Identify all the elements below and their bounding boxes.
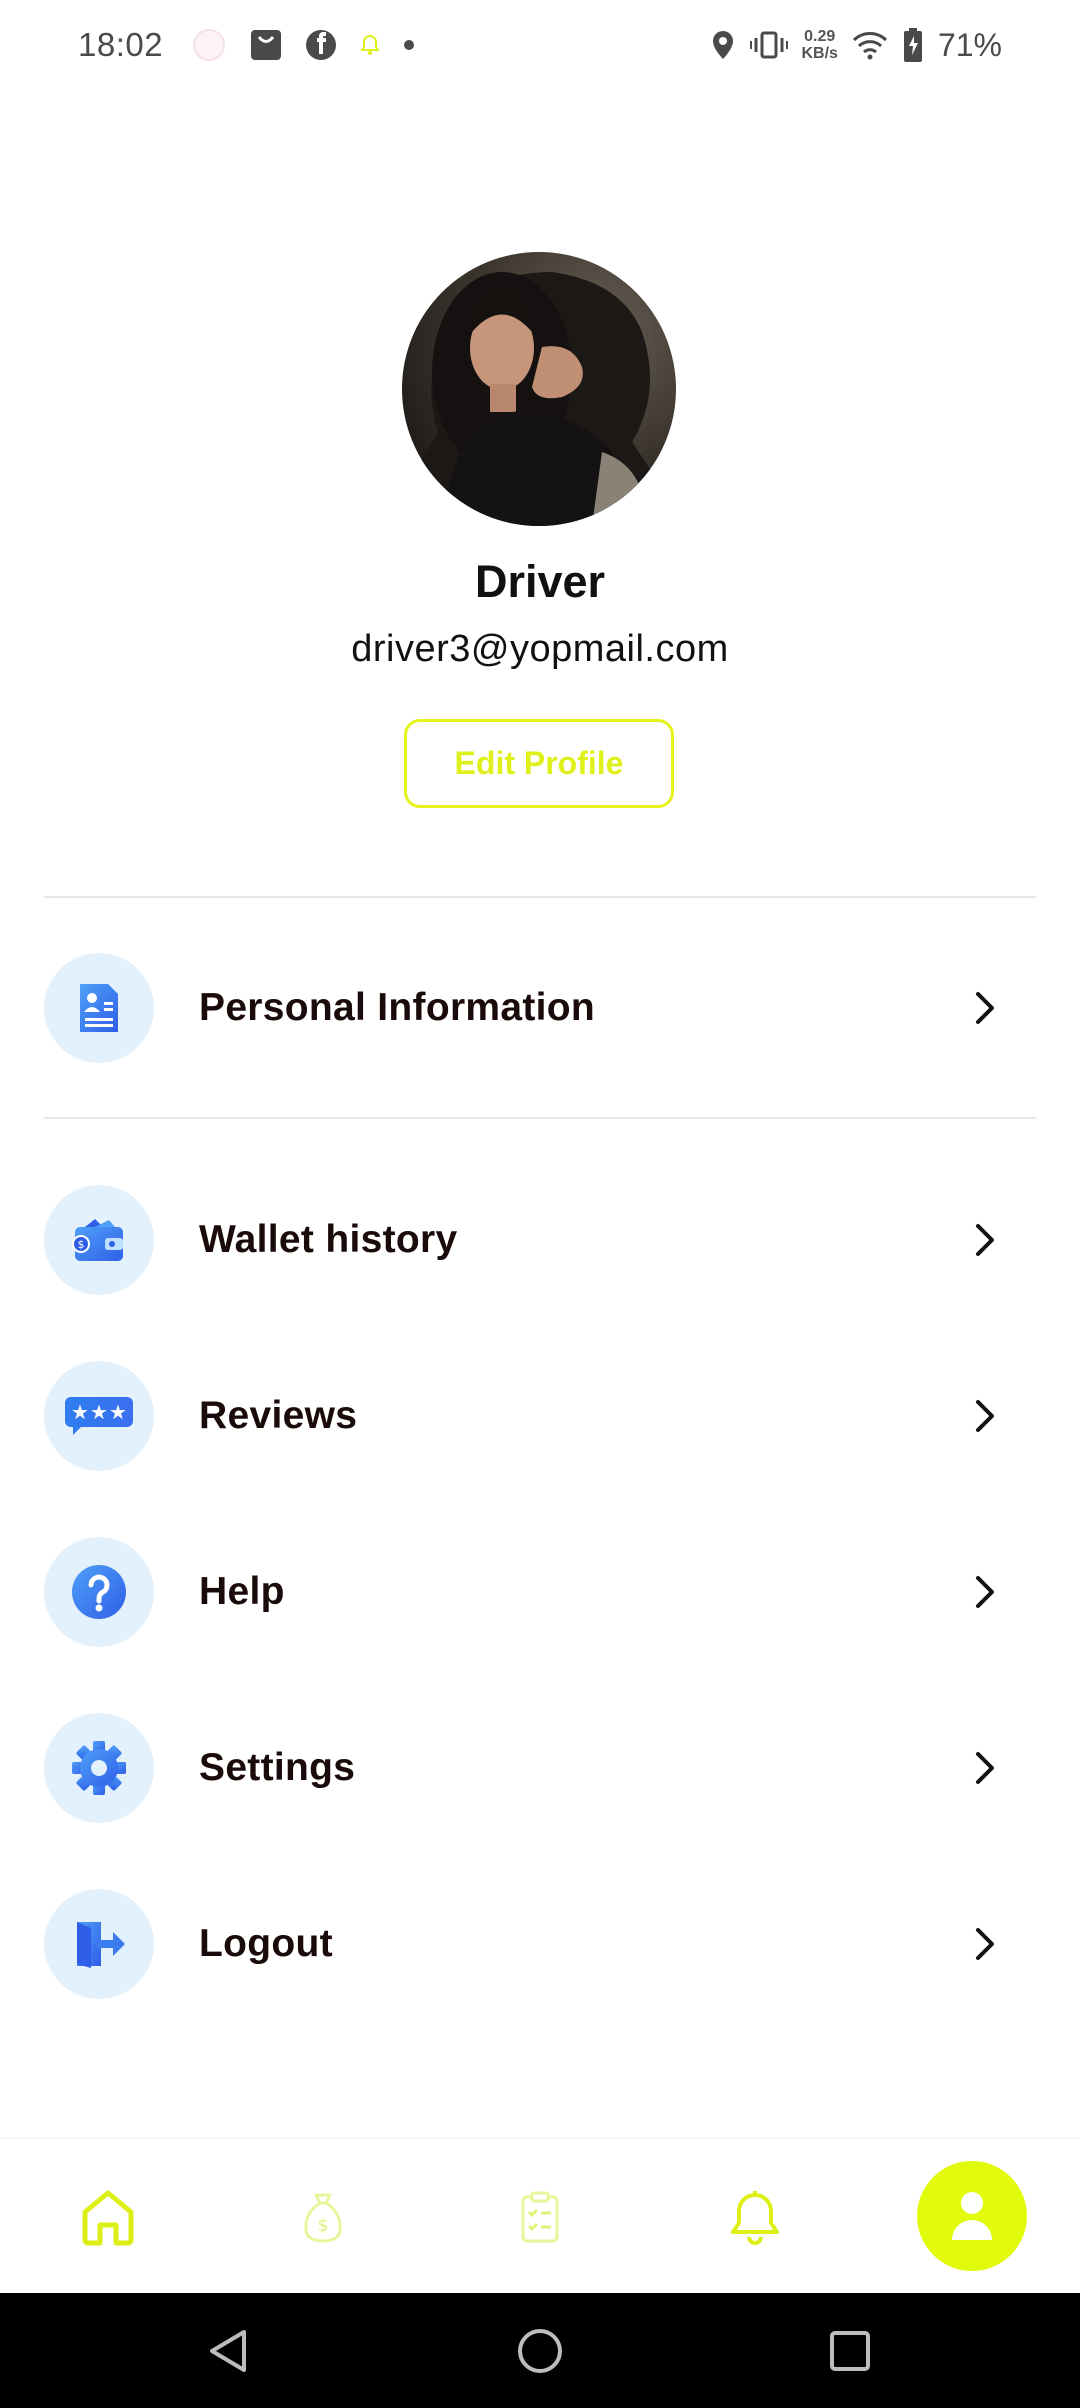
nav-home-icon[interactable]	[58, 2139, 158, 2294]
menu-item-label: Settings	[199, 1746, 356, 1789]
svg-text:★: ★	[109, 1400, 127, 1424]
wifi-icon	[852, 30, 888, 60]
edit-profile-button[interactable]: Edit Profile	[404, 719, 674, 808]
chevron-right-icon	[974, 991, 996, 1025]
rating-stars-icon: ★ ★ ★	[44, 1361, 154, 1471]
avatar[interactable]	[402, 252, 676, 526]
notification-icons	[191, 27, 415, 63]
svg-text:$: $	[318, 2216, 329, 2236]
svg-text:$: $	[78, 1238, 85, 1251]
menu-item-reviews[interactable]: ★ ★ ★ Reviews	[44, 1360, 1036, 1472]
chevron-right-icon	[974, 1223, 996, 1257]
chevron-right-icon	[974, 1927, 996, 1961]
system-nav-bar	[0, 2293, 1080, 2408]
menu-item-wallet-history[interactable]: $ Wallet history	[44, 1184, 1036, 1296]
vibrate-icon	[749, 30, 788, 60]
bell-notification-icon	[359, 33, 381, 57]
net-speed-unit: KB/s	[801, 45, 838, 62]
more-dot-icon	[403, 39, 415, 51]
profile-name: Driver	[474, 556, 606, 607]
app-notification-icon	[191, 27, 227, 63]
menu-item-logout[interactable]: Logout	[44, 1888, 1036, 2000]
home-circle-icon[interactable]	[480, 2293, 600, 2408]
menu-item-label: Personal Information	[199, 986, 596, 1029]
net-speed-value: 0.29	[804, 28, 836, 45]
recents-icon[interactable]	[790, 2293, 910, 2408]
chevron-right-icon	[974, 1575, 996, 1609]
question-icon	[44, 1537, 154, 1647]
divider	[44, 896, 1036, 898]
document-user-icon	[44, 953, 154, 1063]
nav-user-icon[interactable]	[917, 2161, 1027, 2271]
nav-clipboard-icon[interactable]	[490, 2139, 590, 2294]
bottom-nav: $	[0, 2138, 1080, 2293]
battery-percent: 71%	[937, 26, 1002, 63]
facebook-icon	[305, 29, 337, 61]
wallet-icon: $	[44, 1185, 154, 1295]
menu-item-help[interactable]: Help	[44, 1536, 1036, 1648]
menu-item-label: Reviews	[199, 1394, 358, 1437]
location-icon	[710, 29, 736, 61]
menu-item-label: Wallet history	[199, 1218, 458, 1261]
status-time: 18:02	[78, 26, 164, 63]
menu-item-personal-information[interactable]: Personal Information	[44, 952, 1036, 1064]
nav-bell-icon[interactable]	[705, 2139, 805, 2294]
chevron-right-icon	[974, 1751, 996, 1785]
menu-item-label: Help	[199, 1570, 285, 1613]
menu-item-settings[interactable]: Settings	[44, 1712, 1036, 1824]
status-right: 0.29 KB/s 71%	[710, 26, 1002, 64]
chevron-right-icon	[974, 1399, 996, 1433]
svg-text:★: ★	[71, 1400, 89, 1424]
network-speed: 0.29 KB/s	[802, 28, 838, 62]
nav-money-bag-icon[interactable]: $	[273, 2139, 373, 2294]
back-icon[interactable]	[168, 2293, 288, 2408]
shopping-bag-icon	[249, 28, 283, 62]
battery-icon	[902, 27, 924, 63]
menu-item-label: Logout	[199, 1922, 333, 1965]
svg-text:★: ★	[90, 1400, 108, 1424]
profile-email: driver3@yopmail.com	[351, 628, 729, 670]
gear-icon	[44, 1713, 154, 1823]
status-bar: 18:02 0.29 KB/s 71%	[0, 0, 1080, 90]
divider	[44, 1117, 1036, 1119]
logout-icon	[44, 1889, 154, 1999]
